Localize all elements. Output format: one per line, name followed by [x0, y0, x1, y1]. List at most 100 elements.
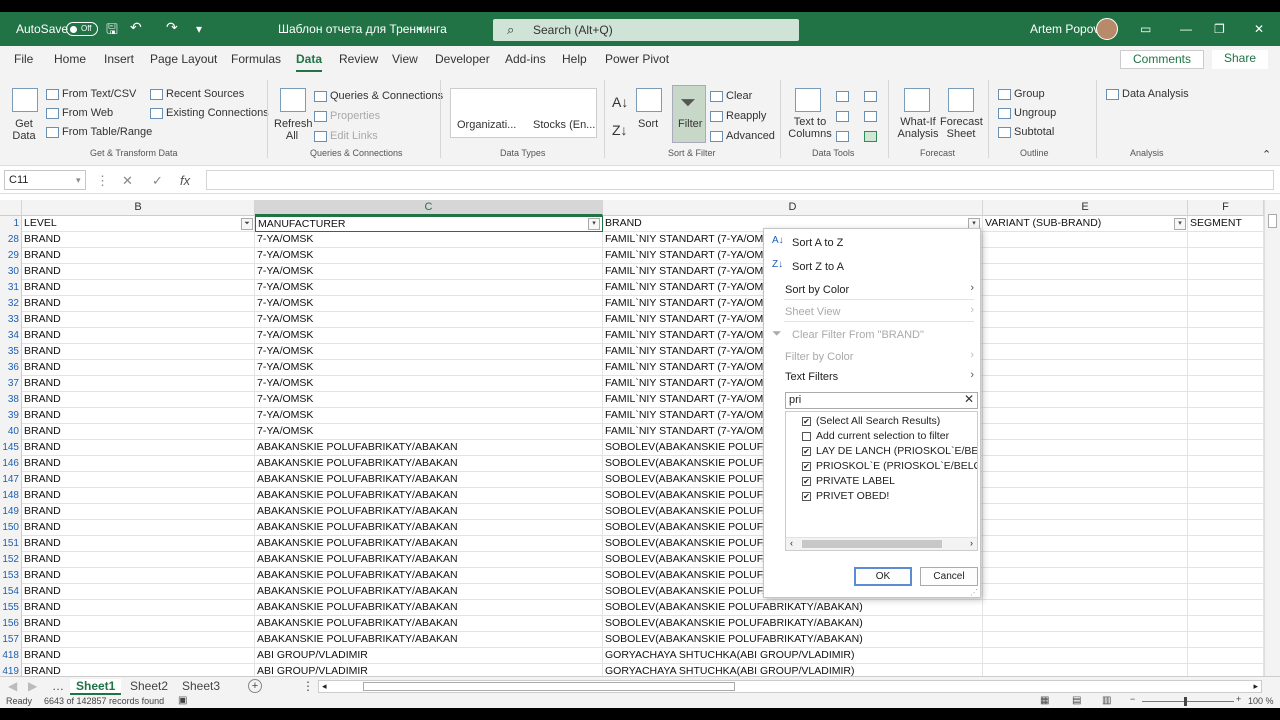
- cancel-button[interactable]: Cancel: [920, 567, 978, 586]
- cell-manufacturer[interactable]: ABAKANSKIE POLUFABRIKATY/ABAKAN: [255, 440, 603, 456]
- formula-bar-options-icon[interactable]: ⋮: [96, 173, 109, 189]
- sort-button[interactable]: Sort: [638, 118, 658, 130]
- cell-segment[interactable]: [1188, 472, 1264, 488]
- cell-variant[interactable]: [983, 328, 1188, 344]
- header-cell-level[interactable]: LEVEL: [22, 216, 255, 232]
- cell-segment[interactable]: [1188, 664, 1264, 676]
- scroll-right-icon[interactable]: ▸: [1253, 681, 1258, 692]
- cell-level[interactable]: BRAND: [22, 568, 255, 584]
- cell-brand[interactable]: GORYACHAYA SHTUCHKA(ABI GROUP/VLADIMIR): [603, 664, 983, 676]
- scroll-left-icon[interactable]: ‹: [790, 538, 793, 548]
- row-number[interactable]: 148: [0, 488, 22, 504]
- cell-segment[interactable]: [1188, 424, 1264, 440]
- remove-duplicates-icon[interactable]: [836, 110, 852, 122]
- undo-icon[interactable]: ↶: [130, 19, 142, 36]
- sort-az-icon[interactable]: A↓: [612, 94, 628, 110]
- cell-manufacturer[interactable]: 7-YA/OMSK: [255, 392, 603, 408]
- queries-connections-button[interactable]: Queries & Connections: [314, 90, 443, 102]
- row-number[interactable]: 33: [0, 312, 22, 328]
- cell-variant[interactable]: [983, 280, 1188, 296]
- minimize-icon[interactable]: —: [1180, 22, 1192, 36]
- cell-manufacturer[interactable]: 7-YA/OMSK: [255, 424, 603, 440]
- subtotal-button[interactable]: Subtotal: [998, 126, 1054, 138]
- namebox-dropdown-icon[interactable]: ▾: [76, 175, 81, 186]
- cell-manufacturer[interactable]: 7-YA/OMSK: [255, 312, 603, 328]
- row-number[interactable]: 150: [0, 520, 22, 536]
- filter-dropdown-icon[interactable]: ▾: [588, 218, 600, 230]
- cell-variant[interactable]: [983, 424, 1188, 440]
- cell-brand[interactable]: SOBOLEV(ABAKANSKIE POLUFABRIKATY/ABAKAN): [603, 632, 983, 648]
- cell-brand[interactable]: SOBOLEV(ABAKANSKIE POLUFABRIKATY/ABAKAN): [603, 616, 983, 632]
- cell-segment[interactable]: [1188, 312, 1264, 328]
- page-layout-view-icon[interactable]: ▤: [1072, 695, 1081, 706]
- cell-segment[interactable]: [1188, 648, 1264, 664]
- cell-level[interactable]: BRAND: [22, 536, 255, 552]
- cell-variant[interactable]: [983, 552, 1188, 568]
- header-cell-segment[interactable]: SEGMENT: [1188, 216, 1264, 232]
- row-number[interactable]: 31: [0, 280, 22, 296]
- filter-item-label[interactable]: Add current selection to filter: [816, 430, 949, 442]
- cell-variant[interactable]: [983, 584, 1188, 600]
- sort-by-color-item[interactable]: Sort by Color: [785, 284, 849, 296]
- zoom-out-icon[interactable]: −: [1130, 694, 1135, 704]
- row-number[interactable]: 157: [0, 632, 22, 648]
- cell-level[interactable]: BRAND: [22, 344, 255, 360]
- cell-variant[interactable]: [983, 392, 1188, 408]
- tab-page-layout[interactable]: Page Layout: [150, 52, 217, 66]
- formula-input[interactable]: [206, 170, 1274, 190]
- vertical-scroll-thumb[interactable]: [1268, 214, 1277, 228]
- sheet-prev-icon[interactable]: ◀: [8, 679, 17, 693]
- cell-level[interactable]: BRAND: [22, 504, 255, 520]
- sheet-tabs-splitter[interactable]: ⋮: [302, 679, 314, 693]
- cell-level[interactable]: BRAND: [22, 424, 255, 440]
- cell-segment[interactable]: [1188, 552, 1264, 568]
- data-model-icon[interactable]: [864, 130, 880, 142]
- list-horizontal-scrollbar[interactable]: ‹ ›: [786, 537, 977, 550]
- cell-manufacturer[interactable]: ABAKANSKIE POLUFABRIKATY/ABAKAN: [255, 472, 603, 488]
- cell-manufacturer[interactable]: ABAKANSKIE POLUFABRIKATY/ABAKAN: [255, 568, 603, 584]
- cell-level[interactable]: BRAND: [22, 616, 255, 632]
- filter-search-input[interactable]: pri ✕: [785, 392, 978, 409]
- row-number[interactable]: 153: [0, 568, 22, 584]
- cell-segment[interactable]: [1188, 296, 1264, 312]
- cell-manufacturer[interactable]: ABAKANSKIE POLUFABRIKATY/ABAKAN: [255, 584, 603, 600]
- cell-level[interactable]: BRAND: [22, 360, 255, 376]
- zoom-level[interactable]: 100 %: [1248, 696, 1274, 706]
- row-number[interactable]: 149: [0, 504, 22, 520]
- add-sheet-icon[interactable]: +: [248, 679, 262, 693]
- comments-button[interactable]: Comments: [1120, 50, 1204, 69]
- clear-button[interactable]: Clear: [710, 90, 752, 102]
- cell-level[interactable]: BRAND: [22, 584, 255, 600]
- stocks-datatype[interactable]: Stocks (En...: [533, 119, 595, 131]
- scroll-left-icon[interactable]: ◂: [322, 681, 327, 692]
- advanced-button[interactable]: Advanced: [710, 130, 775, 142]
- tab-power-pivot[interactable]: Power Pivot: [605, 52, 669, 66]
- cell-segment[interactable]: [1188, 440, 1264, 456]
- row-number[interactable]: 39: [0, 408, 22, 424]
- cell-segment[interactable]: [1188, 536, 1264, 552]
- cell-variant[interactable]: [983, 488, 1188, 504]
- filter-checkbox[interactable]: [802, 432, 811, 441]
- name-box[interactable]: C11: [4, 170, 86, 190]
- cell-level[interactable]: BRAND: [22, 296, 255, 312]
- forecast-sheet-button[interactable]: Forecast Sheet: [940, 116, 983, 140]
- cell-segment[interactable]: [1188, 616, 1264, 632]
- cell-brand[interactable]: GORYACHAYA SHTUCHKA(ABI GROUP/VLADIMIR): [603, 648, 983, 664]
- row-number[interactable]: 152: [0, 552, 22, 568]
- cell-variant[interactable]: [983, 456, 1188, 472]
- clear-filter-item[interactable]: Clear Filter From "BRAND": [792, 329, 924, 341]
- cell-segment[interactable]: [1188, 392, 1264, 408]
- row-number[interactable]: 29: [0, 248, 22, 264]
- cell-segment[interactable]: [1188, 488, 1264, 504]
- cell-variant[interactable]: [983, 312, 1188, 328]
- cell-segment[interactable]: [1188, 408, 1264, 424]
- sort-z-to-a-item[interactable]: Sort Z to A: [792, 261, 844, 273]
- cell-manufacturer[interactable]: 7-YA/OMSK: [255, 280, 603, 296]
- cell-variant[interactable]: [983, 472, 1188, 488]
- cell-manufacturer[interactable]: 7-YA/OMSK: [255, 360, 603, 376]
- row-number[interactable]: 154: [0, 584, 22, 600]
- filter-checkbox[interactable]: ✔: [802, 477, 811, 486]
- row-number[interactable]: 35: [0, 344, 22, 360]
- cell-manufacturer[interactable]: ABAKANSKIE POLUFABRIKATY/ABAKAN: [255, 504, 603, 520]
- cell-variant[interactable]: [983, 344, 1188, 360]
